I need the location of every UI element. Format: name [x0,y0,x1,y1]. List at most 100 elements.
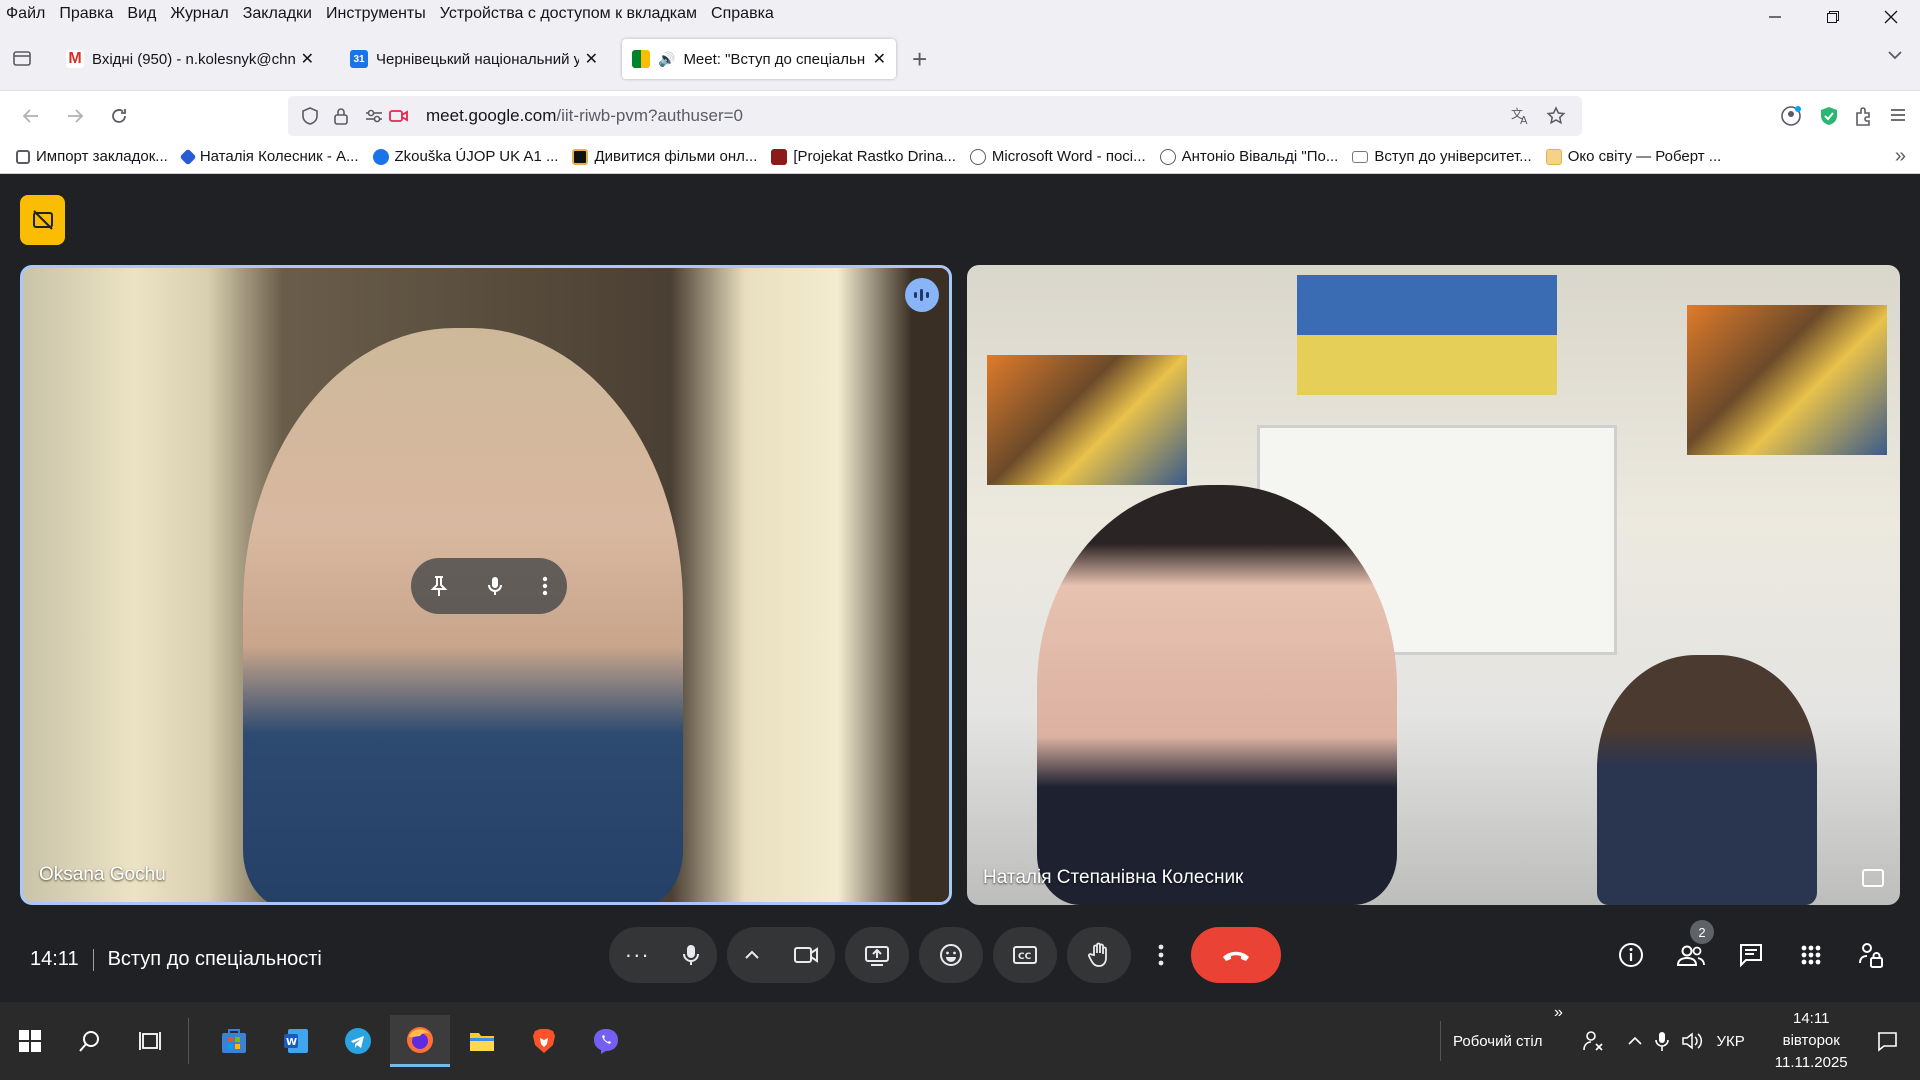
svg-text:W: W [286,1037,297,1048]
tab-close-button[interactable]: ✕ [301,49,314,69]
host-controls-button[interactable] [1850,934,1892,976]
app-menu-icon[interactable] [1888,105,1908,125]
permissions-icon[interactable] [364,106,384,126]
document-icon [1545,148,1562,165]
telegram-app[interactable] [332,1015,384,1067]
clock[interactable]: 14:11 вівторок 11.11.2025 [1775,1008,1848,1074]
captions-icon: CC [1013,946,1037,964]
menu-edit[interactable]: Правка [52,5,120,23]
input-language[interactable]: УКР [1717,1033,1745,1050]
tab-close-button[interactable]: ✕ [585,49,598,69]
participant-video [243,328,683,902]
bookmark-item[interactable]: Вступ до університет... [1352,148,1532,165]
microphone-tray-icon[interactable] [1654,1030,1669,1052]
bookmark-item[interactable]: Дивитися фільми онл... [572,148,757,165]
url-domain: meet.google.com [426,106,557,125]
more-options-icon[interactable] [542,575,548,597]
raise-hand-button[interactable] [1067,927,1131,983]
menu-tools[interactable]: Инструменты [319,5,433,23]
camera-button[interactable] [793,945,819,965]
camera-icon [793,947,818,963]
mute-participant-icon[interactable] [486,575,504,597]
picture-in-picture-icon[interactable] [1862,869,1884,887]
viber-app[interactable] [580,1015,632,1067]
tab-calendar[interactable]: 31 Чернівецький національний у ✕ [340,39,608,79]
participant-tile-speaking[interactable]: Oksana Gochu [20,265,952,905]
diamond-icon [179,148,197,165]
bookmark-item[interactable]: Microsoft Word - посі... [969,148,1146,165]
firefox-app[interactable] [390,1015,450,1067]
list-all-tabs-icon[interactable] [1886,46,1904,64]
volume-icon[interactable] [1681,1031,1703,1051]
recording-indicator[interactable] [20,195,65,245]
back-arrow-icon [22,109,38,123]
participant-tile[interactable]: Наталія Степанівна Колесник [967,265,1900,905]
bookmark-label: Импорт закладок... [36,148,168,165]
meeting-time: 14:11 [30,948,79,970]
lock-icon[interactable] [332,106,350,126]
chat-button[interactable] [1730,934,1772,976]
microphone-button[interactable] [681,943,701,967]
camera-sharing-icon[interactable] [388,106,410,126]
people-tray-icon[interactable] [1582,1030,1605,1052]
speaker-icon[interactable]: 🔊 [658,51,675,68]
menu-help[interactable]: Справка [704,5,781,23]
pin-icon[interactable] [430,575,448,597]
search-button[interactable] [64,1015,116,1067]
brave-app[interactable] [518,1015,570,1067]
notifications-icon[interactable] [1876,1030,1898,1052]
reload-button[interactable] [104,102,134,130]
people-button[interactable]: 2 [1670,920,1714,976]
activities-button[interactable] [1790,934,1832,976]
bookmark-item[interactable]: Око світу — Роберт ... [1545,148,1721,165]
tab-gmail[interactable]: M Вхідні (950) - n.kolesnyk@chnu ✕ [56,39,324,79]
start-button[interactable] [4,1015,56,1067]
leave-call-button[interactable] [1191,927,1281,983]
bookmark-item[interactable]: [Projekat Rastko Drina... [771,148,956,165]
show-hidden-icons-chevron-icon[interactable] [1627,1036,1643,1046]
audio-options-icon[interactable]: ··· [625,942,650,968]
tab-list-icon[interactable] [12,48,32,68]
menu-bookmarks[interactable]: Закладки [236,5,319,23]
task-view-button[interactable] [124,1015,176,1067]
menu-view[interactable]: Вид [120,5,163,23]
word-app[interactable]: W [270,1015,322,1067]
new-tab-button[interactable]: + [912,44,927,75]
adblock-shield-icon[interactable] [1818,105,1840,127]
url-bar[interactable]: meet.google.com/iit-riwb-pvm?authuser=0 … [288,96,1582,136]
url-text[interactable]: meet.google.com/iit-riwb-pvm?authuser=0 [426,106,743,126]
more-bookmarks-chevron-icon[interactable]: » [1895,145,1906,168]
present-screen-button[interactable] [845,927,909,983]
bookmark-label: Дивитися фільми онл... [594,148,758,165]
desktop-toolbar-label[interactable]: Робочий стіл [1453,1033,1543,1050]
meeting-details-button[interactable] [1610,934,1652,976]
more-vert-icon [1158,944,1164,966]
tab-title: Чернівецький національний у [376,50,579,68]
navigation-bar: meet.google.com/iit-riwb-pvm?authuser=0 … [0,90,1920,140]
back-button[interactable] [16,102,46,130]
video-options-chevron-icon[interactable] [744,950,760,960]
extensions-icon[interactable] [1852,105,1874,127]
tray-chevron[interactable]: » [1554,1004,1563,1022]
reactions-button[interactable] [919,927,983,983]
bookmark-item[interactable]: Zkouška ÚJOP UK A1 ... [372,148,558,165]
translate-icon[interactable]: 文A [1510,106,1532,126]
file-explorer-app[interactable] [456,1015,508,1067]
menu-file[interactable]: Файл [0,5,52,23]
tab-meet[interactable]: 🔊 Meet: "Вступ до спеціальн ✕ [622,39,896,79]
shield-icon[interactable] [300,106,320,126]
captions-button[interactable]: CC [993,927,1057,983]
bookmark-star-icon[interactable] [1546,106,1566,126]
menu-synced-tabs[interactable]: Устройства с доступом к вкладкам [433,5,704,23]
bookmark-item[interactable]: Наталія Колесник - A... [179,148,359,165]
menu-history[interactable]: Журнал [163,5,235,23]
forward-button[interactable] [60,102,90,130]
clock-day: вівторок [1782,1032,1840,1049]
tile-hover-controls [411,558,567,614]
bookmark-item[interactable]: Антоніо Вівальді "По... [1159,148,1338,165]
tab-close-button[interactable]: ✕ [873,49,886,69]
store-app[interactable] [208,1015,260,1067]
more-options-button[interactable] [1141,927,1181,983]
bookmark-item[interactable]: Импорт закладок... [16,148,168,165]
account-icon[interactable] [1780,105,1802,127]
